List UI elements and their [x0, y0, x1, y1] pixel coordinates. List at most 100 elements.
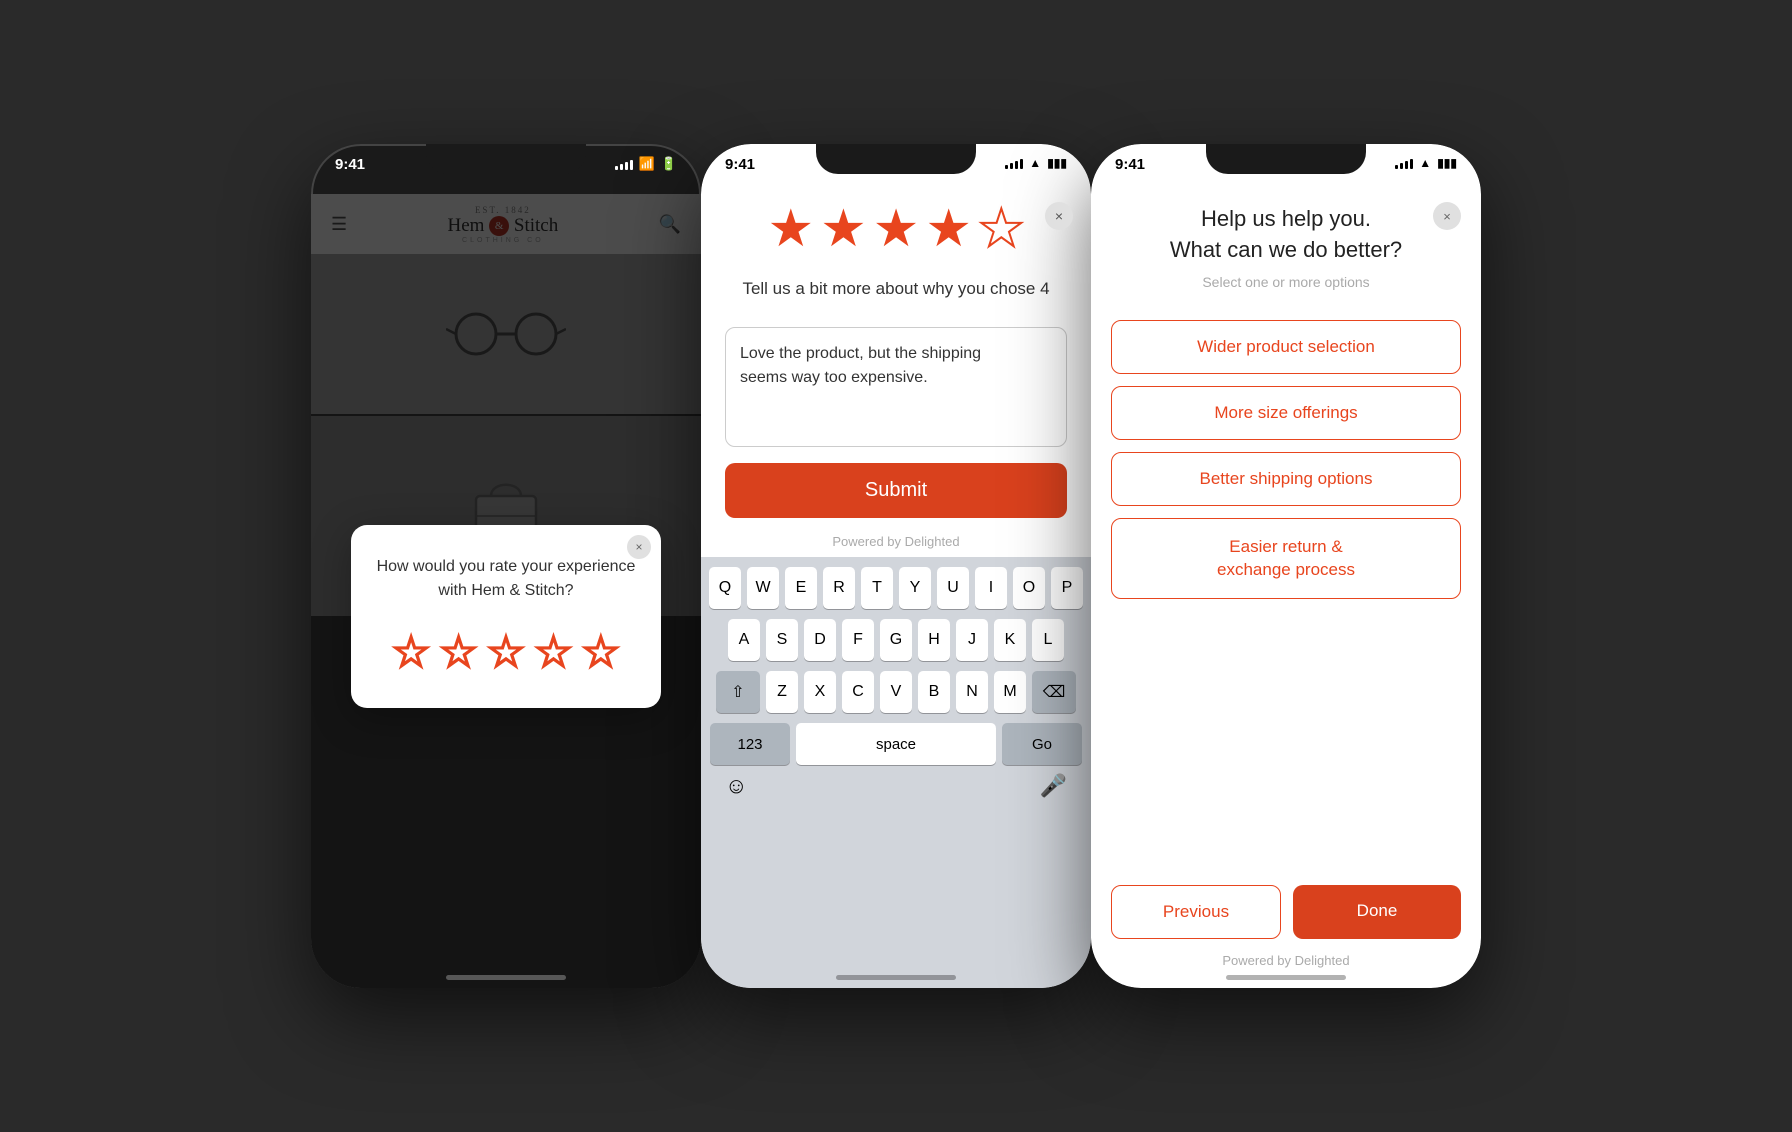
- p3-action-buttons: Previous Done: [1111, 885, 1461, 939]
- key-s[interactable]: S: [766, 619, 798, 661]
- key-123[interactable]: 123: [710, 723, 790, 765]
- feedback-label: Tell us a bit more about why you chose 4: [721, 279, 1071, 299]
- option-shipping[interactable]: Better shipping options: [1111, 452, 1461, 506]
- phone-1: 9:41 📶 🔋 ☰ EST. 1842 Hem &: [311, 144, 701, 988]
- battery-icon-1: 🔋: [661, 156, 677, 172]
- options-list: Wider product selection More size offeri…: [1091, 320, 1481, 600]
- phone-3: 9:41 ▲ ▮▮▮ × Help us help you.: [1091, 144, 1481, 988]
- home-indicator-2: [836, 975, 956, 980]
- p3-subtitle: Select one or more options: [1121, 274, 1451, 290]
- option-return-exchange[interactable]: Easier return &exchange process: [1111, 518, 1461, 600]
- status-bar-1: 9:41 📶 🔋: [311, 144, 701, 194]
- feedback-screen: 9:41 ▲ ▮▮▮ × ★ ★: [701, 144, 1091, 988]
- key-i[interactable]: I: [975, 567, 1007, 609]
- star-3[interactable]: ☆: [486, 627, 525, 678]
- kb-row-2: A S D F G H J K L: [705, 619, 1087, 661]
- p3-title: Help us help you. What can we do better?: [1121, 204, 1451, 266]
- star-1[interactable]: ☆: [391, 627, 430, 678]
- key-q[interactable]: Q: [709, 567, 741, 609]
- signal-icon-1: [615, 158, 633, 170]
- close-button-2[interactable]: ×: [1045, 202, 1073, 230]
- phone-2: 9:41 ▲ ▮▮▮ × ★ ★: [701, 144, 1091, 988]
- mic-icon[interactable]: 🎤: [1040, 773, 1067, 799]
- p2-star-5[interactable]: ★: [978, 199, 1025, 259]
- home-indicator-3: [1226, 975, 1346, 980]
- star-5[interactable]: ☆: [581, 627, 620, 678]
- time-2: 9:41: [725, 156, 755, 173]
- modal-close-button[interactable]: ×: [627, 535, 651, 559]
- kb-icons-row: ☺ 🎤: [705, 765, 1087, 799]
- kb-bottom-row: 123 space Go: [705, 723, 1087, 765]
- kb-row-3: ⇧ Z X C V B N M ⌫: [705, 671, 1087, 713]
- notch-2: [816, 144, 976, 174]
- powered-label-3: Powered by Delighted: [1111, 953, 1461, 968]
- screen-2: 9:41 ▲ ▮▮▮ × ★ ★: [701, 144, 1091, 988]
- time-1: 9:41: [335, 156, 365, 173]
- app-background: ☰ EST. 1842 Hem & Stitch CLOTHING CO 🔍: [311, 194, 701, 988]
- close-button-3[interactable]: ×: [1433, 202, 1461, 230]
- feedback-textarea[interactable]: Love the product, but the shippingseems …: [725, 327, 1067, 447]
- key-u[interactable]: U: [937, 567, 969, 609]
- wifi-icon-2: ▲: [1029, 156, 1041, 170]
- key-d[interactable]: D: [804, 619, 836, 661]
- p2-star-3[interactable]: ★: [873, 199, 920, 259]
- key-n[interactable]: N: [956, 671, 988, 713]
- wifi-icon-1: 📶: [639, 156, 655, 172]
- option-wider-selection[interactable]: Wider product selection: [1111, 320, 1461, 374]
- key-go[interactable]: Go: [1002, 723, 1082, 765]
- key-c[interactable]: C: [842, 671, 874, 713]
- key-o[interactable]: O: [1013, 567, 1045, 609]
- keyboard: Q W E R T Y U I O P A S D F G: [701, 557, 1091, 988]
- status-icons-1: 📶 🔋: [615, 156, 677, 172]
- key-g[interactable]: G: [880, 619, 912, 661]
- p3-footer: Previous Done Powered by Delighted: [1091, 865, 1481, 988]
- key-x[interactable]: X: [804, 671, 836, 713]
- rating-modal-overlay: × How would you rate your experiencewith…: [311, 194, 701, 988]
- key-v[interactable]: V: [880, 671, 912, 713]
- options-screen: 9:41 ▲ ▮▮▮ × Help us help you.: [1091, 144, 1481, 988]
- battery-icon-3: ▮▮▮: [1437, 156, 1457, 170]
- screen-3: 9:41 ▲ ▮▮▮ × Help us help you.: [1091, 144, 1481, 988]
- star-2[interactable]: ☆: [439, 627, 478, 678]
- emoji-icon[interactable]: ☺: [725, 773, 747, 799]
- screen-1: 9:41 📶 🔋 ☰ EST. 1842 Hem &: [311, 144, 701, 988]
- option-size-offerings[interactable]: More size offerings: [1111, 386, 1461, 440]
- key-backspace[interactable]: ⌫: [1032, 671, 1076, 713]
- submit-button[interactable]: Submit: [725, 463, 1067, 518]
- done-button[interactable]: Done: [1293, 885, 1461, 939]
- key-r[interactable]: R: [823, 567, 855, 609]
- p2-star-row[interactable]: ★ ★ ★ ★ ★: [721, 199, 1071, 259]
- key-y[interactable]: Y: [899, 567, 931, 609]
- p2-star-4[interactable]: ★: [925, 199, 972, 259]
- key-e[interactable]: E: [785, 567, 817, 609]
- key-space[interactable]: space: [796, 723, 996, 765]
- previous-button[interactable]: Previous: [1111, 885, 1281, 939]
- key-l[interactable]: L: [1032, 619, 1064, 661]
- key-b[interactable]: B: [918, 671, 950, 713]
- key-p[interactable]: P: [1051, 567, 1083, 609]
- key-m[interactable]: M: [994, 671, 1026, 713]
- textarea-content[interactable]: Love the product, but the shippingseems …: [740, 342, 1052, 390]
- key-k[interactable]: K: [994, 619, 1026, 661]
- p2-star-2[interactable]: ★: [820, 199, 867, 259]
- p2-star-1[interactable]: ★: [767, 199, 814, 259]
- status-icons-2: ▲ ▮▮▮: [1005, 156, 1067, 170]
- key-w[interactable]: W: [747, 567, 779, 609]
- star-4[interactable]: ☆: [534, 627, 573, 678]
- rating-stars[interactable]: ☆ ☆ ☆ ☆ ☆: [375, 627, 637, 678]
- status-icons-3: ▲ ▮▮▮: [1395, 156, 1457, 170]
- key-f[interactable]: F: [842, 619, 874, 661]
- signal-icon-3: [1395, 157, 1413, 169]
- battery-icon-2: ▮▮▮: [1047, 156, 1067, 170]
- modal-title: How would you rate your experiencewith H…: [375, 555, 637, 603]
- key-h[interactable]: H: [918, 619, 950, 661]
- time-3: 9:41: [1115, 156, 1145, 173]
- key-z[interactable]: Z: [766, 671, 798, 713]
- key-j[interactable]: J: [956, 619, 988, 661]
- signal-icon-2: [1005, 157, 1023, 169]
- key-a[interactable]: A: [728, 619, 760, 661]
- notch-3: [1206, 144, 1366, 174]
- key-t[interactable]: T: [861, 567, 893, 609]
- key-shift[interactable]: ⇧: [716, 671, 760, 713]
- kb-row-1: Q W E R T Y U I O P: [705, 567, 1087, 609]
